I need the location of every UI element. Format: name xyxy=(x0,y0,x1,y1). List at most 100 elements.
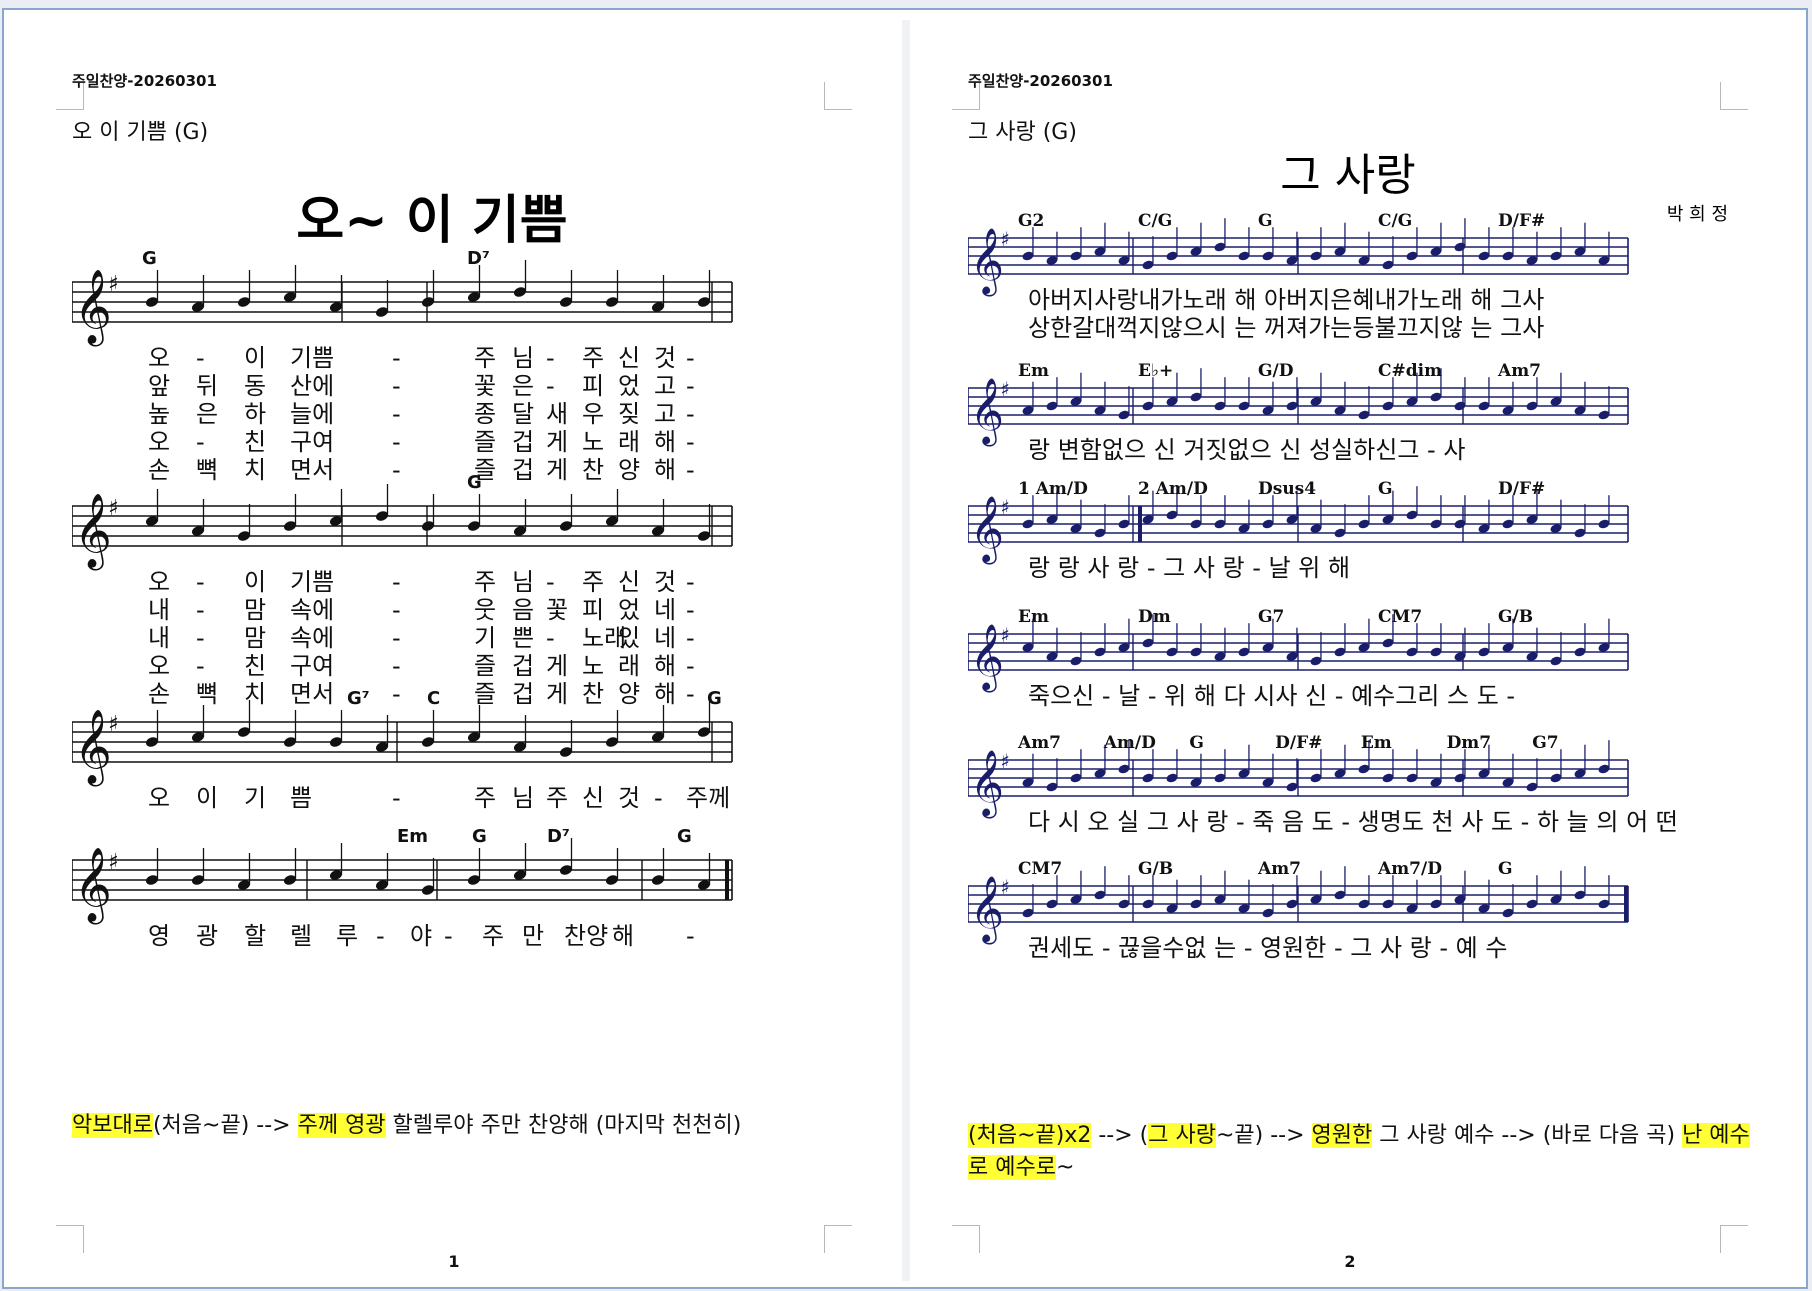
lyric-line: 상한갈대꺽지않으시 는 꺼져가는등불끄지않 는 그사 xyxy=(1028,314,1544,342)
page-2: 주일찬양-20260301 그 사랑 (G) 그 사랑 박 희 정 𝄞 ♯ G2 C/… xyxy=(910,20,1790,1281)
sharp-icon: ♯ xyxy=(108,850,119,875)
lyric-syllable: - xyxy=(196,568,205,596)
sharp-icon: ♯ xyxy=(1000,750,1010,773)
lyric-syllable: 할 xyxy=(244,922,266,950)
treble-clef-icon: 𝄞 xyxy=(970,623,1004,693)
lyric-syllable: 이 xyxy=(244,568,266,596)
composer: 박 희 정 xyxy=(1667,204,1728,225)
lyric-syllable: - xyxy=(686,344,695,372)
lyric-syllable: 새 xyxy=(546,400,568,428)
lyric-syllable: 겁 xyxy=(512,428,534,456)
lyric-syllable: - xyxy=(392,680,401,708)
lyric-syllable: 렐 xyxy=(290,922,312,950)
chord-symbol: C xyxy=(427,688,440,709)
lyric-syllable: 피 xyxy=(582,372,604,400)
lyric-syllable: 있 xyxy=(618,624,640,652)
lyric-syllable: 기쁨 xyxy=(290,568,334,596)
lyric-syllable: 래 xyxy=(618,652,640,680)
lyric-syllable: 신 xyxy=(618,568,640,596)
lyric-syllable: 었 xyxy=(618,596,640,624)
chord-symbol: Am7/D xyxy=(1377,859,1442,879)
lyric-syllable: - xyxy=(686,372,695,400)
lyric-syllable: 양 xyxy=(618,456,640,484)
highlighted-text: 영원한 xyxy=(1311,1123,1373,1148)
chord-symbol: Em xyxy=(397,826,428,847)
lyric-syllable: - xyxy=(196,344,205,372)
chord-symbol: G xyxy=(1189,733,1204,753)
lyric-syllable: 만 xyxy=(522,922,544,950)
lyric-syllable: 피 xyxy=(582,596,604,624)
lyric-syllable: 양 xyxy=(618,680,640,708)
page-gap xyxy=(902,20,910,1281)
sharp-icon: ♯ xyxy=(108,272,119,297)
highlighted-text: 그 사랑 xyxy=(1148,1123,1216,1148)
crop-mark xyxy=(824,82,852,110)
lyric-syllable: - xyxy=(686,596,695,624)
lyric-syllable: 웃 xyxy=(474,596,496,624)
lyric-syllable: - xyxy=(392,456,401,484)
sharp-icon: ♯ xyxy=(1000,624,1010,647)
lyric-syllable: 찬 xyxy=(582,456,604,484)
lyric-line: 권세도 - 끊을수없 는 - 영원한 - 그 사 랑 - 예 수 xyxy=(1028,934,1507,962)
chord-symbol: G xyxy=(1498,859,1513,879)
chord-symbol: G xyxy=(677,826,692,847)
lyric-syllable: 님 xyxy=(512,344,534,372)
lyric-syllable: 찬양 xyxy=(564,922,608,950)
lyric-syllable: - xyxy=(392,624,401,652)
chord-symbol: G2 xyxy=(1018,211,1044,231)
lyric-syllable: 치 xyxy=(244,680,266,708)
lyric-syllable: 꽃 xyxy=(474,372,496,400)
lyric-syllable: 것 xyxy=(618,784,640,812)
lyric-syllable: - xyxy=(444,922,453,950)
lyric-syllable: 해 xyxy=(654,456,676,484)
lyric-syllable: 오 xyxy=(148,568,170,596)
chord-symbol: 2 Am/D xyxy=(1138,479,1208,499)
lyric-syllable: 면서 xyxy=(290,456,334,484)
lyric-syllable: - xyxy=(392,652,401,680)
note-text: --> ( xyxy=(1091,1123,1149,1148)
chord-symbol: D/F# xyxy=(1498,211,1545,231)
lyric-syllable: 쁨 xyxy=(290,784,312,812)
sharp-icon: ♯ xyxy=(1000,378,1010,401)
lyric-syllable: 높 xyxy=(148,400,170,428)
lyric-syllable: 게 xyxy=(546,680,568,708)
lyric-syllable: 주께 xyxy=(686,784,730,812)
lyric-syllable: 게 xyxy=(546,652,568,680)
lyric-syllable: - xyxy=(546,624,555,652)
page-number: 1 xyxy=(448,1252,460,1271)
lyric-syllable: - xyxy=(546,372,555,400)
lyric-syllable: 게 xyxy=(546,456,568,484)
treble-clef-icon: 𝄞 xyxy=(74,494,112,571)
lyric-syllable: - xyxy=(196,652,205,680)
lyric-syllable: 은 xyxy=(512,372,534,400)
lyric-syllable: 겁 xyxy=(512,680,534,708)
lyric-syllable: 손 xyxy=(148,680,170,708)
lyric-syllable: 기 xyxy=(244,784,266,812)
treble-clef-icon: 𝄞 xyxy=(970,495,1004,565)
lyric-syllable: - xyxy=(392,400,401,428)
lyric-syllable: 래 xyxy=(618,428,640,456)
lyric-syllable: - xyxy=(392,568,401,596)
highlighted-text: 악보대로 xyxy=(72,1113,153,1138)
lyric-syllable: 친 xyxy=(244,428,266,456)
note-text: ~ xyxy=(1055,1155,1075,1180)
lyric-syllable: 신 xyxy=(582,784,604,812)
lyric-syllable: - xyxy=(392,596,401,624)
page-1: 주일찬양-20260301 오 이 기쁨 (G) 오~ 이 기쁨 𝄞 ♯ G D⁷ 오 -… xyxy=(14,20,894,1281)
sharp-icon: ♯ xyxy=(108,496,119,521)
treble-clef-icon: 𝄞 xyxy=(74,848,112,925)
chord-symbol: Am7 xyxy=(1497,361,1541,381)
chord-symbol: G7 xyxy=(1258,607,1284,627)
lyric-syllable: 주 xyxy=(482,922,504,950)
chord-symbol: Dsus4 xyxy=(1258,479,1316,499)
lyric-syllable: 해 xyxy=(654,652,676,680)
score-svg: 그 사랑 박 희 정 𝄞♯G2 C/G G C/G D/F#아버지사랑내가노래 해 아버… xyxy=(967,150,1728,962)
document-viewer: 주일찬양-20260301 오 이 기쁨 (G) 오~ 이 기쁨 𝄞 ♯ G D⁷ 오 -… xyxy=(2,8,1808,1289)
staff: 𝄞♯ xyxy=(71,848,733,925)
lyric-syllable: 치 xyxy=(244,456,266,484)
lyric-syllable: - xyxy=(686,400,695,428)
lyric-syllable: 종 xyxy=(474,400,496,428)
lyric-syllable: 음 xyxy=(512,596,534,624)
lyric-syllable: 영 xyxy=(148,922,170,950)
lyric-syllable: 오 xyxy=(148,784,170,812)
